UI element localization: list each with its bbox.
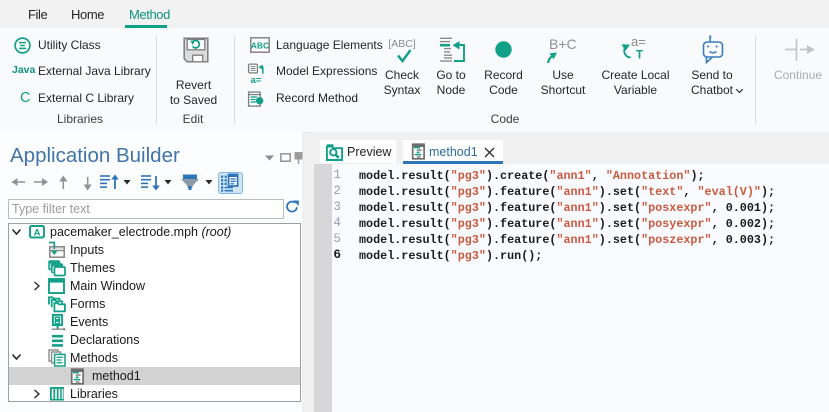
svg-text:A: A bbox=[34, 227, 41, 238]
svg-text:ABC: ABC bbox=[251, 40, 269, 50]
svg-text:T: T bbox=[636, 50, 643, 62]
svg-text:a=: a= bbox=[250, 75, 261, 84]
